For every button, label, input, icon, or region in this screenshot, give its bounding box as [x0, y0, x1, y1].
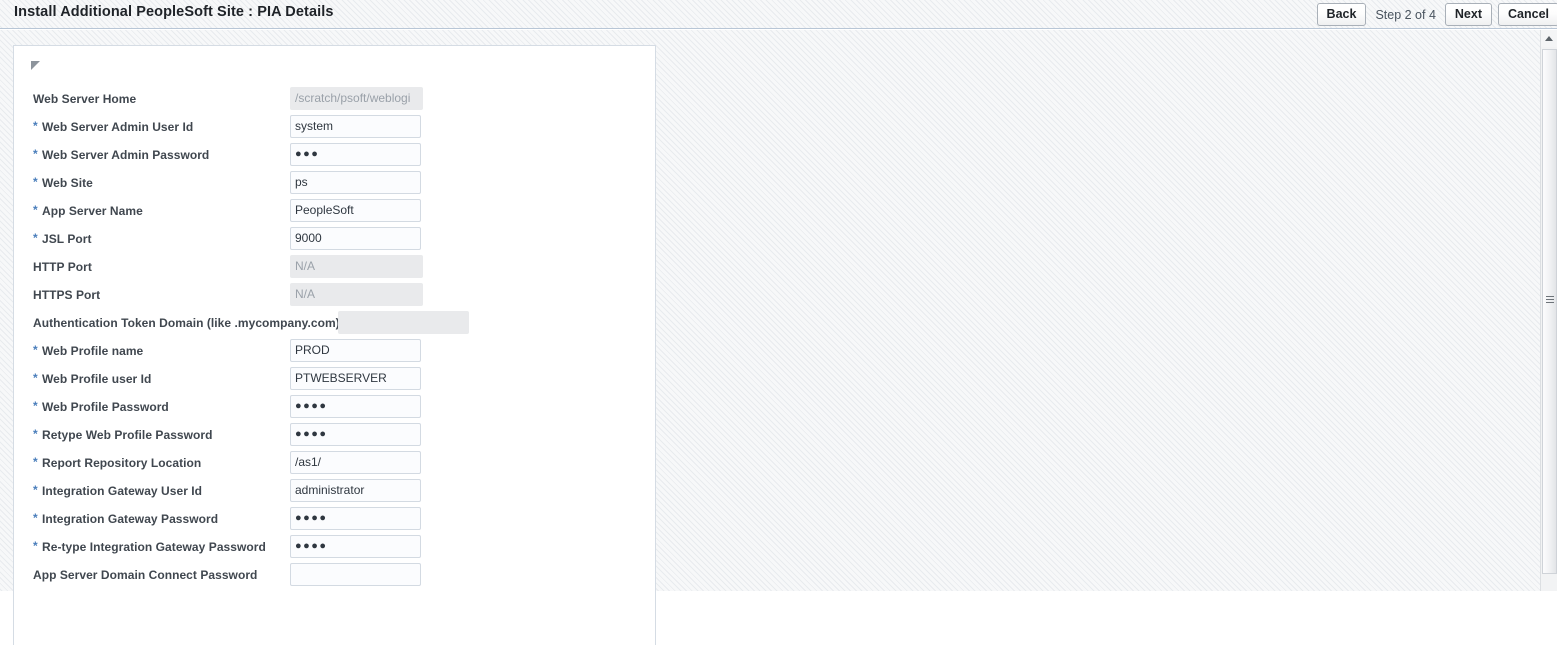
- input-report-repository-location[interactable]: /as1/: [290, 451, 421, 474]
- label-web-server-admin-user-id: Web Server Admin User Id: [42, 120, 194, 134]
- next-button[interactable]: Next: [1444, 3, 1492, 26]
- label-retype-integration-gateway-password: Re-type Integration Gateway Password: [42, 540, 266, 554]
- form-row-web-site: * Web Site ps: [14, 171, 657, 199]
- input-integration-gateway-password[interactable]: ●●●●: [290, 507, 421, 530]
- input-web-server-admin-user-id[interactable]: system: [290, 115, 421, 138]
- form-row-integration-gateway-user-id: * Integration Gateway User Id administrato…: [14, 479, 657, 507]
- form-row-web-profile-name: * Web Profile name PROD: [14, 339, 657, 367]
- label-report-repository-location: Report Repository Location: [42, 456, 202, 470]
- input-web-server-home: /scratch/psoft/weblogi: [290, 87, 423, 110]
- label-app-server-domain-connect-password: App Server Domain Connect Password: [33, 568, 258, 582]
- label-web-profile-name: Web Profile name: [42, 344, 144, 358]
- wizard-navigation: Back Step 2 of 4 Next Cancel: [1314, 1, 1557, 28]
- input-app-server-name[interactable]: PeopleSoft: [290, 199, 421, 222]
- grip-lines-icon: [1546, 296, 1554, 304]
- required-marker: *: [33, 231, 38, 245]
- form-row-app-server-domain-connect-password: App Server Domain Connect Password: [14, 563, 657, 591]
- scrollbar-thumb[interactable]: [1542, 49, 1557, 574]
- label-http-port: HTTP Port: [33, 260, 92, 274]
- input-http-port: N/A: [290, 255, 423, 278]
- input-authentication-token-domain: [338, 311, 469, 334]
- input-web-profile-password[interactable]: ●●●●: [290, 395, 421, 418]
- form-row-http-port: HTTP Port N/A: [14, 255, 657, 283]
- label-web-server-home: Web Server Home: [33, 92, 137, 106]
- form-row-retype-integration-gateway-password: * Re-type Integration Gateway Password ●●●…: [14, 535, 657, 563]
- form-row-retype-web-profile-password: * Retype Web Profile Password ●●●●: [14, 423, 657, 451]
- back-button[interactable]: Back: [1316, 3, 1367, 26]
- form-row-web-server-admin-user-id: * Web Server Admin User Id system: [14, 115, 657, 143]
- form-row-https-port: HTTPS Port N/A: [14, 283, 657, 311]
- page-title: Install Additional PeopleSoft Site : PIA…: [14, 4, 334, 20]
- form-field-list: Web Server Home/scratch/psoft/weblogi * We…: [14, 87, 657, 591]
- title-bar: Install Additional PeopleSoft Site : PIA…: [0, 0, 1557, 29]
- input-web-site[interactable]: ps: [290, 171, 421, 194]
- label-https-port: HTTPS Port: [33, 288, 101, 302]
- required-marker: *: [33, 483, 38, 497]
- required-marker: *: [33, 371, 38, 385]
- required-marker: *: [33, 511, 38, 525]
- cancel-button[interactable]: Cancel: [1498, 3, 1557, 26]
- input-https-port: N/A: [290, 283, 423, 306]
- form-row-web-server-admin-password: * Web Server Admin Password ●●●: [14, 143, 657, 171]
- input-retype-web-profile-password[interactable]: ●●●●: [290, 423, 421, 446]
- required-marker: *: [33, 539, 38, 553]
- form-row-authentication-token-domain: Authentication Token Domain (like .mycom…: [14, 311, 657, 339]
- form-row-report-repository-location: * Report Repository Location/as1/: [14, 451, 657, 479]
- form-row-web-server-home: Web Server Home/scratch/psoft/weblogi: [14, 87, 657, 115]
- input-web-server-admin-password[interactable]: ●●●: [290, 143, 421, 166]
- required-marker: *: [33, 427, 38, 441]
- required-marker: *: [33, 399, 38, 413]
- page-body: Web Server Home/scratch/psoft/weblogi * We…: [0, 30, 1543, 645]
- form-row-web-profile-password: * Web Profile Password ●●●●: [14, 395, 657, 423]
- label-jsl-port: JSL Port: [42, 232, 92, 246]
- required-marker: *: [33, 147, 38, 161]
- form-row-app-server-name: * App Server Name PeopleSoft: [14, 199, 657, 227]
- step-indicator: Step 2 of 4: [1375, 7, 1436, 22]
- label-app-server-name: App Server Name: [42, 204, 143, 218]
- input-web-profile-user-id[interactable]: PTWEBSERVER: [290, 367, 421, 390]
- required-marker: *: [33, 175, 38, 189]
- form-row-jsl-port: * JSL Port 9000: [14, 227, 657, 255]
- input-integration-gateway-user-id[interactable]: administrator: [290, 479, 421, 502]
- label-web-profile-user-id: Web Profile user Id: [42, 372, 152, 386]
- required-marker: *: [33, 343, 38, 357]
- required-marker: *: [33, 455, 38, 469]
- chevron-up-icon[interactable]: [1541, 30, 1557, 47]
- label-authentication-token-domain: Authentication Token Domain (like .mycom…: [33, 316, 340, 330]
- required-marker: *: [33, 119, 38, 133]
- vertical-scrollbar[interactable]: [1540, 30, 1557, 591]
- pia-details-form-panel: Web Server Home/scratch/psoft/weblogi * We…: [13, 45, 656, 645]
- input-retype-integration-gateway-password[interactable]: ●●●●: [290, 535, 421, 558]
- label-web-server-admin-password: Web Server Admin Password: [42, 148, 210, 162]
- input-app-server-domain-connect-password[interactable]: [290, 563, 421, 586]
- form-row-web-profile-user-id: * Web Profile user Id PTWEBSERVER: [14, 367, 657, 395]
- label-integration-gateway-password: Integration Gateway Password: [42, 512, 219, 526]
- form-row-integration-gateway-password: * Integration Gateway Password ●●●●: [14, 507, 657, 535]
- triangle-collapse-icon[interactable]: [31, 61, 40, 70]
- required-marker: *: [33, 203, 38, 217]
- input-web-profile-name[interactable]: PROD: [290, 339, 421, 362]
- label-web-profile-password: Web Profile Password: [42, 400, 169, 414]
- label-retype-web-profile-password: Retype Web Profile Password: [42, 428, 213, 442]
- input-jsl-port[interactable]: 9000: [290, 227, 421, 250]
- label-web-site: Web Site: [42, 176, 93, 190]
- label-integration-gateway-user-id: Integration Gateway User Id: [42, 484, 203, 498]
